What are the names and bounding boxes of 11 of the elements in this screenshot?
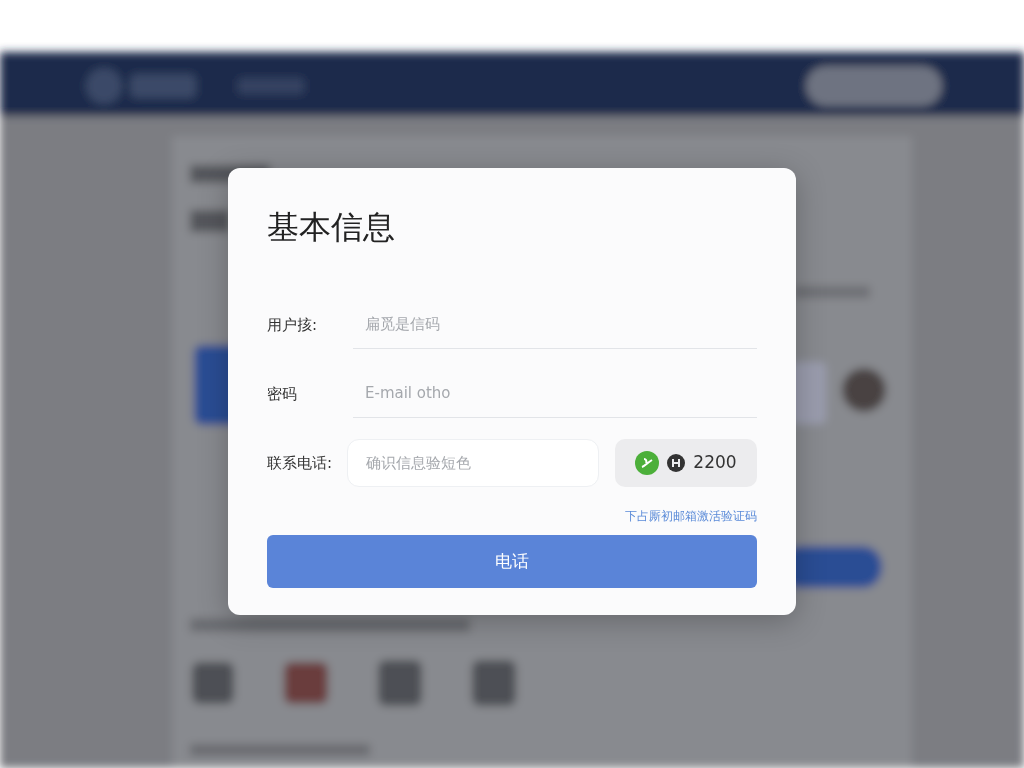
link[interactable]: 下占厮初邮箱激活验证码	[267, 507, 757, 526]
input-field[interactable]: 扁觅是信码	[353, 301, 757, 349]
input-field[interactable]: E-mail otho	[353, 370, 757, 418]
field-label: 密码	[267, 383, 298, 405]
input-field[interactable]: 确识信息验短色	[347, 438, 599, 488]
field-label: 用户㧡:	[267, 314, 319, 336]
field-label: 联系电话:	[267, 452, 334, 474]
circle-icon	[667, 453, 686, 472]
dialog-title: 基本信息	[267, 208, 396, 247]
code-button[interactable]: 2200	[615, 438, 757, 487]
submit-button[interactable]: 电话	[267, 535, 757, 589]
